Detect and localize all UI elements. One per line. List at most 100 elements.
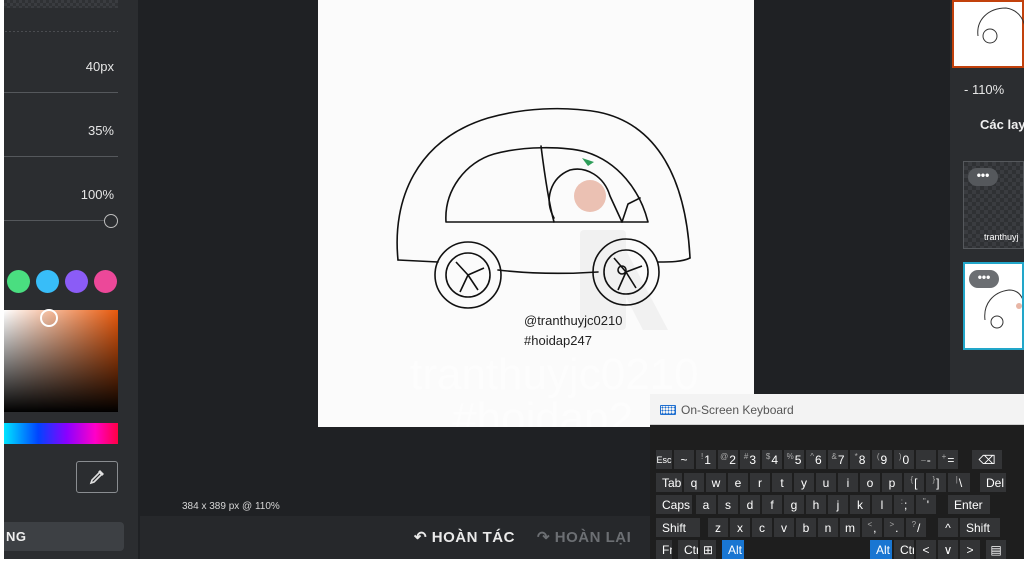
color-gradient-picker[interactable] — [4, 310, 118, 412]
key-y[interactable]: y — [794, 473, 814, 492]
key-3[interactable]: #3 — [740, 450, 760, 469]
key-Shift[interactable]: Shift — [656, 518, 700, 537]
car-body-rear — [657, 257, 691, 263]
key-label: z — [715, 520, 721, 535]
key-g[interactable]: g — [784, 495, 804, 514]
key-label: Ctrl — [684, 542, 698, 557]
key-Fn[interactable]: Fn — [656, 540, 672, 559]
key-k[interactable]: k — [850, 495, 870, 514]
key-c[interactable]: c — [752, 518, 772, 537]
key-symbol[interactable]: ▤ — [986, 540, 1006, 559]
key-j[interactable]: j — [828, 495, 848, 514]
color-swatch-blue[interactable] — [36, 270, 59, 293]
key-x[interactable]: x — [730, 518, 750, 537]
key-2[interactable]: @2 — [718, 450, 738, 469]
key-8[interactable]: * 8 — [850, 450, 870, 469]
key-symbol[interactable]: > — [960, 540, 980, 559]
key-symbol[interactable]: _ - — [916, 450, 936, 469]
key-Del[interactable]: Del — [980, 473, 1006, 492]
key-Caps[interactable]: Caps — [656, 495, 692, 514]
layer-menu-button[interactable]: ••• — [968, 168, 998, 186]
key-symbol[interactable]: ∨ — [938, 540, 958, 559]
color-picker-knob[interactable] — [40, 309, 58, 327]
key-Esc[interactable]: Esc — [656, 450, 672, 469]
key-7[interactable]: & 7 — [828, 450, 848, 469]
key-label: i — [846, 475, 850, 490]
key-symbol[interactable]: }] — [926, 473, 946, 492]
key-symbol[interactable]: < — [916, 540, 936, 559]
key-symbol[interactable]: + = — [938, 450, 958, 469]
key-symbol[interactable]: ⌫ — [972, 450, 1002, 469]
key-o[interactable]: o — [860, 473, 880, 492]
save-button[interactable]: NG — [0, 522, 124, 551]
key-Tab[interactable]: Tab — [656, 473, 682, 492]
key-m[interactable]: m — [840, 518, 860, 537]
key-Ctrl[interactable]: Ctrl — [894, 540, 914, 559]
zoom-level[interactable]: - 110% — [964, 82, 1004, 97]
key-symbol[interactable]: ^ — [938, 518, 958, 537]
key-q[interactable]: q — [684, 473, 704, 492]
hardness-slider-knob[interactable] — [104, 214, 118, 228]
key-z[interactable]: z — [708, 518, 728, 537]
key-symbol[interactable]: :; — [894, 495, 914, 514]
key-w[interactable]: w — [706, 473, 726, 492]
eyedropper-button[interactable] — [76, 461, 118, 493]
key-a[interactable]: a — [696, 495, 716, 514]
key-symbol[interactable]: ? / — [906, 518, 926, 537]
key-u[interactable]: u — [816, 473, 836, 492]
key-e[interactable]: e — [728, 473, 748, 492]
key-s[interactable]: s — [718, 495, 738, 514]
key-d[interactable]: d — [740, 495, 760, 514]
key-shift-label: } — [932, 475, 936, 484]
navigator-thumbnail[interactable] — [952, 0, 1024, 68]
key-label: j — [836, 497, 840, 512]
key-label: e — [734, 475, 742, 490]
key-symbol[interactable]: >. — [884, 518, 904, 537]
key-l[interactable]: l — [872, 495, 892, 514]
key-Alt[interactable]: Alt — [870, 540, 892, 559]
key-5[interactable]: % 5 — [784, 450, 804, 469]
brush-size-slider[interactable] — [4, 92, 118, 93]
key-n[interactable]: n — [818, 518, 838, 537]
key-r[interactable]: r — [750, 473, 770, 492]
key-label: ' — [926, 497, 930, 512]
color-swatch-green[interactable] — [7, 270, 30, 293]
key-label: 9 — [880, 452, 888, 467]
redo-button[interactable]: ↷ HOÀN LẠI — [537, 528, 631, 546]
key-Alt[interactable]: Alt — [722, 540, 744, 559]
key-symbol[interactable]: ⊞ — [700, 540, 716, 559]
key-9[interactable]: (9 — [872, 450, 892, 469]
brush-opacity-slider[interactable] — [4, 156, 118, 157]
key-Ctrl[interactable]: Ctrl — [678, 540, 698, 559]
key-h[interactable]: h — [806, 495, 826, 514]
key-label: g — [790, 497, 798, 512]
key-f[interactable]: f — [762, 495, 782, 514]
key-symbol[interactable]: <, — [862, 518, 882, 537]
key-symbol[interactable]: ~ — [674, 450, 694, 469]
key-1[interactable]: ! 1 — [696, 450, 716, 469]
key-b[interactable]: b — [796, 518, 816, 537]
keyboard-titlebar[interactable]: On-Screen Keyboard — [650, 394, 1024, 425]
brush-hardness-slider[interactable] — [4, 220, 106, 221]
key-symbol[interactable]: | \ — [948, 473, 970, 492]
key-Shift[interactable]: Shift — [960, 518, 1000, 537]
key-symbol[interactable]: {[ — [904, 473, 924, 492]
undo-button[interactable]: ↶ HOÀN TÁC — [414, 528, 515, 546]
key-label: a — [702, 497, 710, 512]
key-Enter[interactable]: Enter — [948, 495, 990, 514]
key-6[interactable]: ^ 6 — [806, 450, 826, 469]
key-4[interactable]: $4 — [762, 450, 782, 469]
layer-card-drawing[interactable]: ••• — [963, 262, 1024, 350]
key-p[interactable]: p — [882, 473, 902, 492]
key-t[interactable]: t — [772, 473, 792, 492]
key-v[interactable]: v — [774, 518, 794, 537]
color-swatch-pink[interactable] — [94, 270, 117, 293]
key-symbol[interactable]: " ' — [916, 495, 936, 514]
color-swatch-purple[interactable] — [65, 270, 88, 293]
drawing-canvas[interactable]: @tranthuyjc0210 #hoidap247 tranthuyjc021… — [318, 0, 754, 427]
layer-card-text[interactable]: ••• tranthuyj — [963, 161, 1024, 249]
hue-slider[interactable] — [4, 423, 118, 444]
key-label: 2 — [729, 452, 736, 467]
key-0[interactable]: ) 0 — [894, 450, 914, 469]
key-i[interactable]: i — [838, 473, 858, 492]
